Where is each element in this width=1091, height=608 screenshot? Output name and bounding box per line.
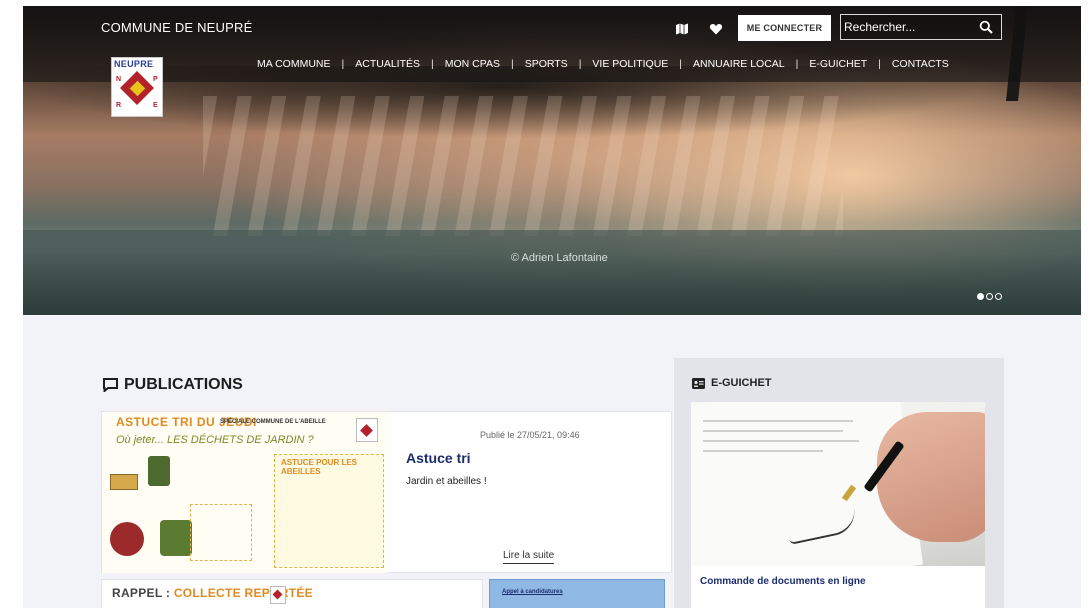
slider-dot-2[interactable]	[986, 293, 993, 300]
poster-bee-box: ASTUCE POUR LES ABEILLES	[274, 454, 384, 568]
nav-vie-politique[interactable]: VIE POLITIQUE	[592, 58, 668, 70]
publications-heading: PUBLICATIONS	[103, 376, 243, 394]
signing-document-image[interactable]	[691, 402, 985, 566]
map-icon[interactable]	[675, 22, 689, 36]
text-line	[703, 420, 853, 422]
text-line	[703, 450, 823, 452]
nav-ma-commune[interactable]: MA COMMUNE	[257, 58, 331, 70]
candidatures-title[interactable]: Appel à candidatures	[502, 589, 563, 595]
publication-card[interactable]: ASTUCE TRI DU JEUDI SPÉCIALE COMMUNE DE …	[101, 411, 672, 573]
logo-letter: E	[153, 102, 158, 109]
apple-illustration	[110, 522, 144, 556]
read-more-link[interactable]: Lire la suite	[503, 550, 555, 564]
poster-column	[190, 504, 252, 561]
publication-date: Publié le 27/05/21, 09:46	[480, 430, 580, 440]
publication-description: Jardin et abeilles !	[406, 476, 487, 487]
e-guichet-panel: E-GUICHET Commande de documents en ligne	[674, 358, 1004, 608]
publication-title[interactable]: Astuce tri	[406, 450, 471, 466]
poster-subheading: Où jeter... LES DÉCHETS DE JARDIN ?	[116, 434, 314, 446]
nav-sports[interactable]: SPORTS	[525, 58, 568, 70]
bin-illustration	[148, 456, 170, 486]
id-card-icon	[692, 377, 705, 389]
nav-separator: |	[878, 58, 881, 70]
main-nav: MA COMMUNE | ACTUALITÉS | MON CPAS | SPO…	[257, 58, 949, 70]
poster-tagline: SPÉCIALE COMMUNE DE L'ABEILLE	[220, 419, 326, 425]
publication-card-rappel[interactable]: RAPPEL : COLLECTE REPORTÉE	[101, 579, 483, 608]
nav-actualites[interactable]: ACTUALITÉS	[355, 58, 420, 70]
comment-icon	[103, 378, 118, 392]
compost-illustration	[160, 520, 192, 556]
document-order-link[interactable]: Commande de documents en ligne	[700, 576, 866, 587]
nav-separator: |	[431, 58, 434, 70]
text-line	[703, 440, 859, 442]
logo-text: NEUPRE	[114, 59, 154, 69]
nav-separator: |	[510, 58, 514, 70]
hero-meadow	[23, 230, 1081, 315]
publication-poster[interactable]: ASTUCE TRI DU JEUDI SPÉCIALE COMMUNE DE …	[102, 412, 388, 573]
hero-light-rays	[203, 96, 843, 236]
nav-separator: |	[578, 58, 582, 70]
e-guichet-link-box: Commande de documents en ligne	[691, 566, 985, 608]
logo-letter: P	[153, 76, 158, 83]
e-guichet-title: E-GUICHET	[711, 377, 772, 389]
page-frame: COMMUNE DE NEUPRÉ ME CONNECTER MA COMMUN…	[23, 6, 1081, 608]
slider-dots	[977, 293, 1002, 300]
poster-box-title: ASTUCE POUR LES ABEILLES	[281, 458, 358, 476]
hero-banner: COMMUNE DE NEUPRÉ ME CONNECTER MA COMMUN…	[23, 6, 1081, 315]
slider-dot-3[interactable]	[995, 293, 1002, 300]
nav-e-guichet[interactable]: E-GUICHET	[809, 58, 867, 70]
logo-letter: N	[116, 76, 122, 83]
e-guichet-heading: E-GUICHET	[692, 377, 772, 389]
search-box	[840, 14, 1002, 40]
nav-annuaire-local[interactable]: ANNUAIRE LOCAL	[693, 58, 785, 70]
photo-credit: © Adrien Lafontaine	[511, 252, 608, 264]
site-brand[interactable]: COMMUNE DE NEUPRÉ	[101, 20, 252, 35]
nav-separator: |	[341, 58, 345, 70]
login-button[interactable]: ME CONNECTER	[738, 15, 831, 41]
rappel-prefix: RAPPEL :	[112, 586, 171, 600]
header-bar: COMMUNE DE NEUPRÉ ME CONNECTER MA COMMUN…	[23, 6, 1081, 82]
search-icon[interactable]	[979, 20, 993, 34]
hand-illustration	[877, 412, 985, 542]
search-input[interactable]	[844, 17, 970, 37]
crate-illustration	[110, 474, 138, 490]
nav-separator: |	[679, 58, 683, 70]
heart-icon[interactable]	[709, 22, 723, 36]
poster-logo-badge	[356, 418, 378, 442]
publications-title: PUBLICATIONS	[124, 376, 243, 393]
nav-separator: |	[795, 58, 799, 70]
slider-dot-1[interactable]	[977, 293, 984, 300]
publication-card-candidatures[interactable]: Appel à candidatures	[489, 579, 665, 608]
rappel-logo-badge	[270, 586, 286, 604]
text-line	[703, 430, 843, 432]
nav-contacts[interactable]: CONTACTS	[892, 58, 949, 70]
rappel-title: COLLECTE REPORTÉE	[173, 586, 313, 600]
nav-mon-cpas[interactable]: MON CPAS	[445, 58, 500, 70]
commune-logo[interactable]: NEUPRE N P R E	[111, 57, 163, 117]
logo-letter: R	[116, 102, 122, 109]
